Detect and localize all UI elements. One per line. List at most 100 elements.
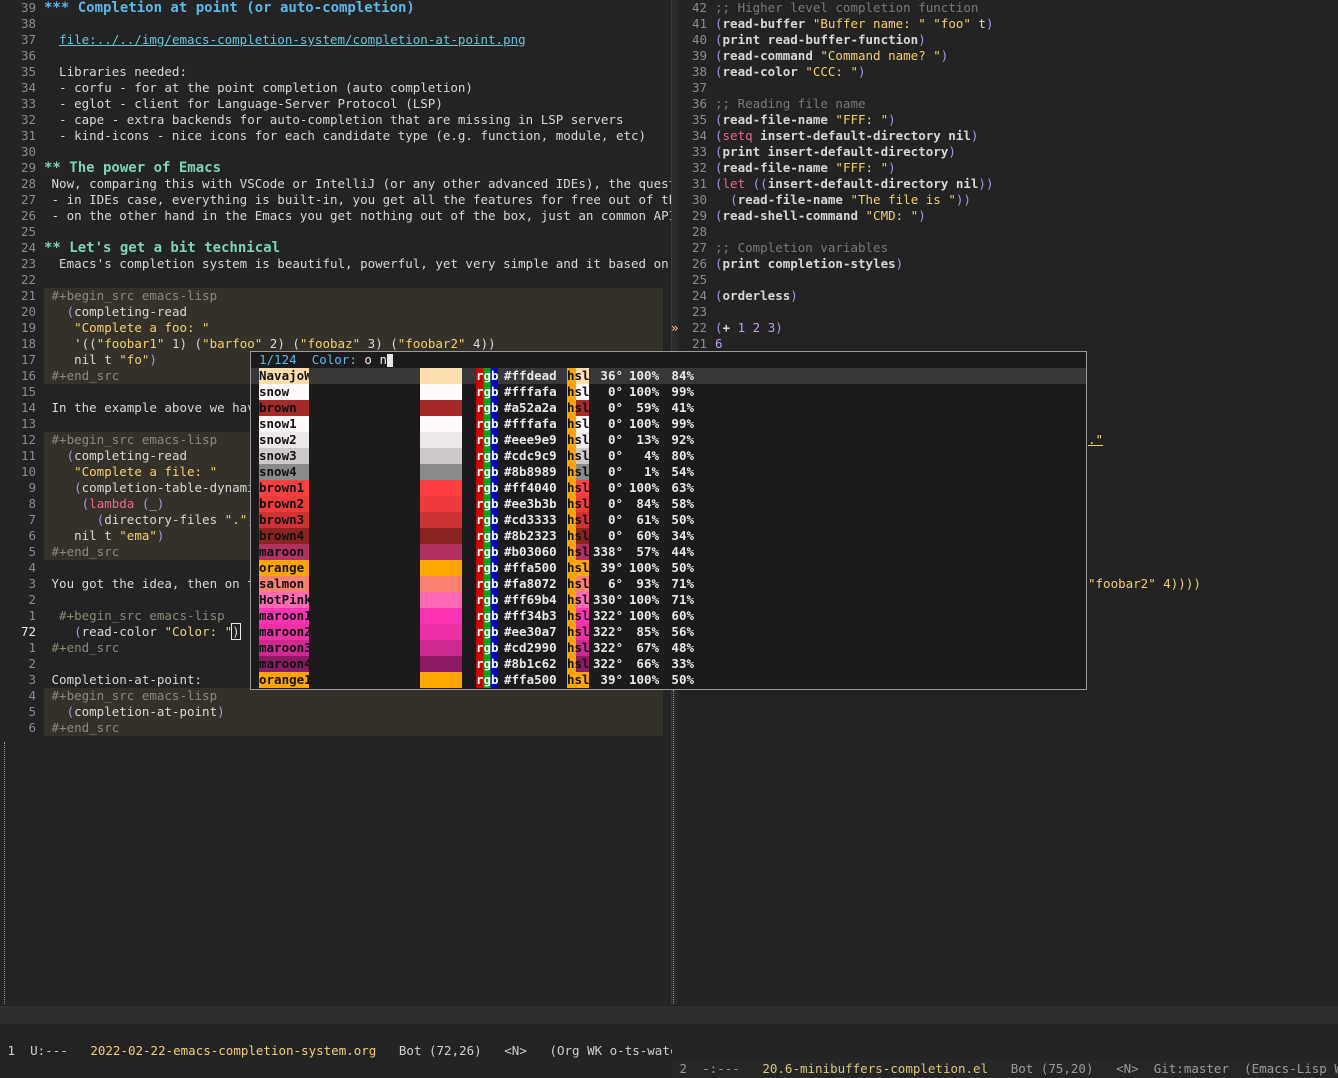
color-candidate[interactable]: brown3 rgb #cd3333 hsl 0° 61% 50% xyxy=(251,512,1086,528)
buffer-line[interactable]: 29 ** The power of Emacs xyxy=(0,160,671,176)
buffer-line[interactable]: 24 (orderless) xyxy=(677,288,1338,304)
buffer-line[interactable]: 37 xyxy=(677,80,1338,96)
color-candidate[interactable]: salmon rgb #fa8072 hsl 6° 93% 71% xyxy=(251,576,1086,592)
buffer-line[interactable]: 24 ** Let's get a bit technical xyxy=(0,240,671,256)
buffer-line[interactable]: 21 #+begin_src emacs-lisp xyxy=(0,288,671,304)
color-candidate[interactable]: brown rgb #a52a2a hsl 0° 59% 41% xyxy=(251,400,1086,416)
buffer-line[interactable]: 21 6 xyxy=(677,336,1338,352)
buffer-line[interactable]: 23 Emacs's completion system is beautifu… xyxy=(0,256,671,272)
text-segment: ) xyxy=(970,128,979,143)
buffer-line[interactable]: 40 (print read-buffer-function) xyxy=(677,32,1338,48)
buffer-line[interactable]: 18 '(("foobar1" 1) ("barfoo" 2) ("foobaz… xyxy=(0,336,671,352)
color-candidate[interactable]: brown4 rgb #8b2323 hsl 0° 60% 34% xyxy=(251,528,1086,544)
saturation-value: 100% xyxy=(629,608,660,623)
color-candidate[interactable]: snow rgb #fffafa hsl 0° 100% 99% xyxy=(251,384,1086,400)
buffer-line[interactable]: 36 ;; Reading file name xyxy=(677,96,1338,112)
color-candidate[interactable]: maroon4 rgb #8b1c62 hsl 322° 66% 33% xyxy=(251,656,1086,672)
text-segment: _ xyxy=(149,496,157,511)
color-candidate[interactable]: maroon rgb #b03060 hsl 338° 57% 44% xyxy=(251,544,1086,560)
buffer-line[interactable]: 4 #+begin_src emacs-lisp xyxy=(0,688,671,704)
buffer-line[interactable]: 30 xyxy=(0,144,671,160)
buffer-line[interactable]: 31 (let ((insert-default-directory nil)) xyxy=(677,176,1338,192)
lightness-value: 80% xyxy=(671,448,694,463)
buffer-name[interactable]: 2022-02-22-emacs-completion-system.org xyxy=(90,1043,376,1058)
color-candidate[interactable]: snow1 rgb #fffafa hsl 0° 100% 99% xyxy=(251,416,1086,432)
color-candidate[interactable]: NavajoWhite rgb #ffdead hsl 36° 100% 84% xyxy=(251,368,1086,384)
buffer-line[interactable]: 39 (read-command "Command name? ") xyxy=(677,48,1338,64)
hsl-badge: hsl xyxy=(567,624,589,640)
text-segment: directory-files xyxy=(104,512,225,527)
color-candidate[interactable]: orange1 rgb #ffa500 hsl 39° 100% 50% xyxy=(251,672,1086,688)
buffer-line[interactable]: 25 xyxy=(677,272,1338,288)
color-candidate[interactable]: maroon2 rgb #ee30a7 hsl 322° 85% 56% xyxy=(251,624,1086,640)
candidate-name: maroon4 xyxy=(259,656,309,672)
buffer-line[interactable]: 26 - on the other hand in the Emacs you … xyxy=(0,208,671,224)
color-candidate[interactable]: brown1 rgb #ff4040 hsl 0° 100% 63% xyxy=(251,480,1086,496)
buffer-line[interactable]: 39 *** Completion at point (or auto-compl… xyxy=(0,0,671,16)
color-candidate[interactable]: maroon3 rgb #cd2990 hsl 322° 67% 48% xyxy=(251,640,1086,656)
file-link[interactable]: file:../../img/emacs-completion-system/c… xyxy=(59,32,526,47)
color-candidate[interactable]: maroon1 rgb #ff34b3 hsl 322° 100% 60% xyxy=(251,608,1086,624)
minibuffer-prompt[interactable]: 1/124 Color: o n xyxy=(259,352,393,368)
buffer-line[interactable]: 34 (setq insert-default-directory nil) xyxy=(677,128,1338,144)
buffer-line[interactable]: 28 xyxy=(677,224,1338,240)
buffer-line[interactable]: 33 (print insert-default-directory) xyxy=(677,144,1338,160)
color-candidate[interactable]: brown2 rgb #ee3b3b hsl 0° 84% 58% xyxy=(251,496,1086,512)
text-segment: (( xyxy=(752,176,768,191)
text-segment: #+begin_src emacs-lisp xyxy=(44,688,218,703)
buffer-line[interactable]: 30 (read-file-name "The file is ")) xyxy=(677,192,1338,208)
buffer-line[interactable]: 32 - cape - extra backends for auto-comp… xyxy=(0,112,671,128)
buffer-line[interactable]: 42 ;; Higher level completion function xyxy=(677,0,1338,16)
hex-value: #8b8989 xyxy=(504,464,557,479)
buffer-line[interactable]: 5 (completion-at-point) xyxy=(0,704,671,720)
line-number: 19 xyxy=(20,320,36,335)
buffer-line[interactable]: 20 (completing-read xyxy=(0,304,671,320)
buffer-line[interactable]: 33 - eglot - client for Language-Server … xyxy=(0,96,671,112)
hex-value: #8b1c62 xyxy=(504,656,557,671)
hex-value: #ffa500 xyxy=(504,672,557,687)
color-candidate[interactable]: snow2 rgb #eee9e9 hsl 0° 13% 92% xyxy=(251,432,1086,448)
buffer-line[interactable]: 23 xyxy=(677,304,1338,320)
line-text: (read-file-name "FFF: ") xyxy=(715,160,896,176)
buffer-name[interactable]: 20.6-minibuffers-completion.el xyxy=(762,1061,988,1076)
buffer-line[interactable]: 37 file:../../img/emacs-completion-syste… xyxy=(0,32,671,48)
prompt-input[interactable]: o n xyxy=(364,352,387,367)
buffer-line[interactable]: 27 - in IDEs case, everything is built-i… xyxy=(0,192,671,208)
color-swatch xyxy=(420,592,462,608)
buffer-line[interactable]: 35 Libraries needed: xyxy=(0,64,671,80)
hue-value: 322° xyxy=(593,608,624,623)
buffer-line[interactable]: 31 - kind-icons - nice icons for each ca… xyxy=(0,128,671,144)
buffer-line[interactable]: 28 Now, comparing this with VSCode or In… xyxy=(0,176,671,192)
buffer-line[interactable]: 32 (read-file-name "FFF: ") xyxy=(677,160,1338,176)
buffer-line[interactable]: 36 xyxy=(0,48,671,64)
buffer-line[interactable]: 35 (read-file-name "FFF: ") xyxy=(677,112,1338,128)
text-segment: setq xyxy=(722,128,753,143)
vc-branch[interactable]: Git:master xyxy=(1154,1061,1229,1076)
buffer-line[interactable]: 34 - corfu - for at the point completion… xyxy=(0,80,671,96)
buffer-line[interactable]: 22 (+ 1 2 3) xyxy=(677,320,1338,336)
hex-value: #ffdead xyxy=(504,368,557,383)
buffer-line[interactable]: 22 xyxy=(0,272,671,288)
major-modes[interactable]: (Org WK o-ts-watch OTS F xyxy=(549,1043,672,1058)
buffer-line[interactable]: 41 (read-buffer "Buffer name: " "foo" t) xyxy=(677,16,1338,32)
candidate-name: maroon1 xyxy=(259,608,309,624)
lightness-value: 56% xyxy=(671,624,694,639)
color-candidate[interactable]: HotPink rgb #ff69b4 hsl 330° 100% 71% xyxy=(251,592,1086,608)
buffer-line[interactable]: 19 "Complete a foo: " xyxy=(0,320,671,336)
buffer-line[interactable]: 25 xyxy=(0,224,671,240)
buffer-line[interactable]: 29 (read-shell-command "CMD: ") xyxy=(677,208,1338,224)
hue-value: 0° xyxy=(607,432,623,447)
text-segment: Completion-at-point: xyxy=(44,672,203,687)
hsl-badge: hsl xyxy=(567,432,589,448)
buffer-line[interactable]: 26 (print completion-styles) xyxy=(677,256,1338,272)
line-text: (read-color "CCC: ") xyxy=(715,64,866,80)
buffer-line[interactable]: 6 #+end_src xyxy=(0,720,671,736)
color-candidate[interactable]: snow3 rgb #cdc9c9 hsl 0° 4% 80% xyxy=(251,448,1086,464)
color-candidate[interactable]: orange rgb #ffa500 hsl 39° 100% 50% xyxy=(251,560,1086,576)
color-completion-popup[interactable]: 1/124 Color: o n NavajoWhite rgb #ffdead hs… xyxy=(250,351,1087,690)
color-candidate[interactable]: snow4 rgb #8b8989 hsl 0° 1% 54% xyxy=(251,464,1086,480)
buffer-line[interactable]: 38 (read-color "CCC: ") xyxy=(677,64,1338,80)
buffer-line[interactable]: 38 xyxy=(0,16,671,32)
major-modes[interactable]: (Emacs-Lisp WK o-ts- xyxy=(1244,1061,1338,1076)
buffer-line[interactable]: 27 ;; Completion variables xyxy=(677,240,1338,256)
